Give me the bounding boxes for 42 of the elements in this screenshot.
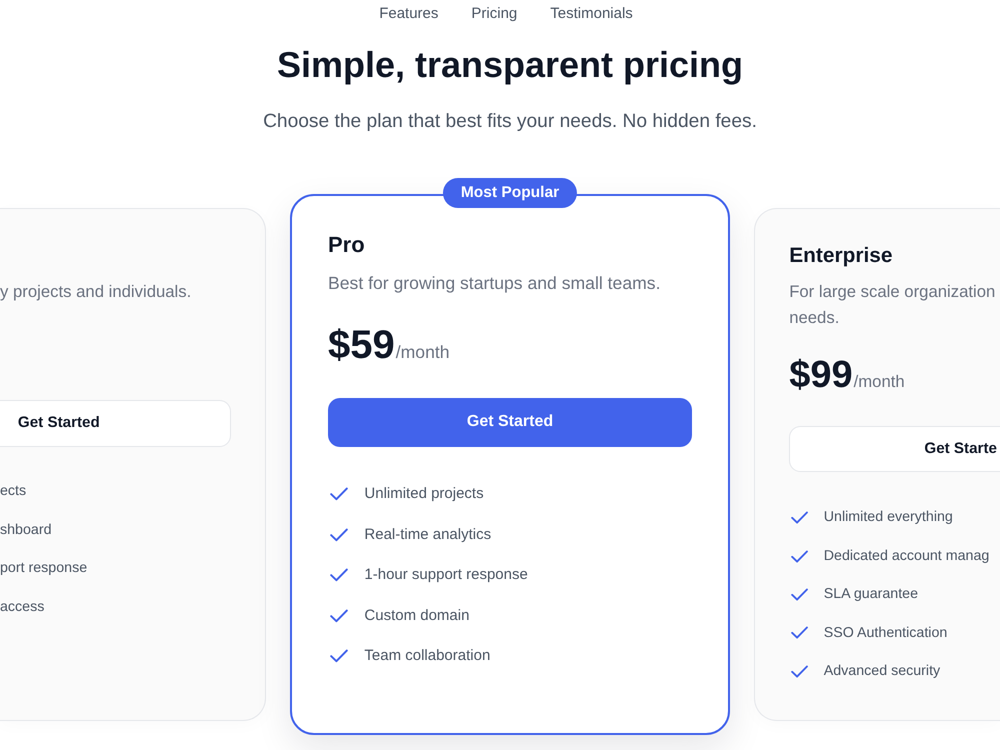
check-icon [330,608,348,623]
popular-badge: Most Popular [442,178,578,208]
check-icon [791,664,809,678]
plan-description: Best for growing startups and small teams. [328,272,662,296]
get-started-button[interactable]: Get Starte [789,426,1000,472]
check-icon [330,487,348,502]
check-icon [791,626,809,640]
feature-text: access [0,598,44,617]
page-title: Simple, transparent pricing [276,42,744,86]
plan-name: Pro [328,232,366,258]
feature-text: SSO Authentication [824,624,948,643]
get-started-button[interactable]: Get Started [0,400,231,447]
feature-text: Custom domain [364,606,470,626]
get-started-button[interactable]: Get Started [328,398,692,447]
check-icon [791,588,809,602]
check-icon [791,511,809,524]
feature-text: Advanced security [824,662,940,682]
plan-description: y projects and individuals. [0,281,192,304]
check-icon [330,649,348,664]
plan-name: Enterprise [789,242,894,268]
price-amount: $59 [328,322,395,369]
nav-link[interactable]: Pricing [471,4,518,24]
price-period: /month [396,342,450,363]
feature-text: Dedicated account manag [824,546,990,566]
feature-text: ects [0,482,26,502]
check-icon [330,568,348,582]
price-amount: $99 [789,353,853,398]
nav-link[interactable]: Features [379,4,438,24]
price-period: /month [854,372,905,392]
check-icon [791,550,809,563]
plan-description: For large scale organization needs. [789,281,996,330]
nav-link[interactable]: Testimonials [550,4,633,24]
feature-text: Real-time analytics [364,524,492,545]
feature-text: Team collaboration [364,646,490,666]
feature-text: SLA guarantee [824,585,918,604]
feature-text: shboard [0,520,52,540]
feature-text: 1-hour support response [364,565,528,586]
page-subtitle: Choose the plan that best fits your needs. No hidden fees. [263,110,757,134]
check-icon [330,528,348,542]
feature-text: Unlimited everything [824,508,953,528]
feature-text: Unlimited projects [364,484,484,504]
feature-text: port response [0,559,88,578]
